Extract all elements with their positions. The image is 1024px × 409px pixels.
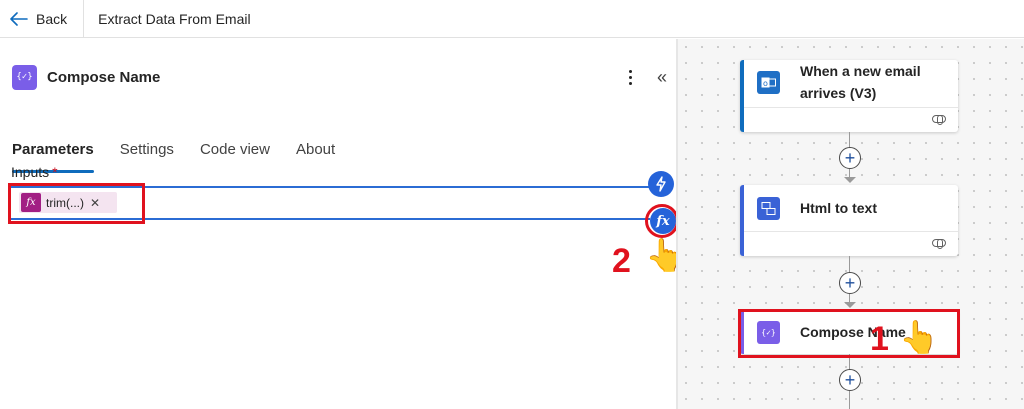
- connector-arrow-icon: [844, 177, 856, 183]
- outlook-icon: o: [757, 71, 780, 94]
- link-icon[interactable]: [932, 238, 946, 249]
- html-to-text-card[interactable]: Html to text: [740, 185, 958, 256]
- compose-icon: {✓}: [12, 64, 37, 90]
- back-arrow-icon: [10, 11, 28, 26]
- step-2-label: 2: [612, 242, 631, 280]
- html-to-text-icon: [757, 197, 780, 220]
- add-step-button[interactable]: +: [839, 369, 861, 391]
- panel-header: {✓} Compose Name «: [12, 63, 667, 91]
- tab-about[interactable]: About: [296, 137, 335, 173]
- required-mark: *: [52, 164, 58, 180]
- panel-title[interactable]: Compose Name: [47, 69, 160, 86]
- add-step-button[interactable]: +: [839, 272, 861, 294]
- highlight-fx-circle: [645, 204, 679, 238]
- inputs-label-text: Inputs: [11, 164, 50, 180]
- trigger-card[interactable]: o When a new email arrives (V3): [740, 60, 958, 132]
- pointing-hand-icon: 👆: [899, 319, 939, 355]
- flow-title: Extract Data From Email: [98, 10, 251, 27]
- card-separator: [744, 231, 958, 232]
- dynamic-content-button[interactable]: [648, 171, 674, 197]
- top-bar: Back Extract Data From Email: [0, 0, 1024, 38]
- trigger-title: When a new email arrives (V3): [800, 63, 921, 101]
- add-step-button[interactable]: +: [839, 147, 861, 169]
- connector-line: [849, 391, 850, 409]
- collapse-panel-icon[interactable]: «: [657, 68, 667, 86]
- tab-code-view[interactable]: Code view: [200, 137, 270, 173]
- link-icon[interactable]: [932, 114, 946, 125]
- back-button[interactable]: Back: [0, 0, 85, 38]
- inputs-label: Inputs *: [11, 164, 58, 180]
- html-to-text-title: Html to text: [800, 200, 877, 216]
- panel-tabs: Parameters Settings Code view About: [12, 137, 335, 173]
- step-1-label: 1: [870, 320, 889, 358]
- lightning-icon: [656, 176, 666, 192]
- header-tools: «: [621, 65, 667, 89]
- flow-editor: Back Extract Data From Email {✓} Compose…: [0, 0, 1024, 409]
- card-separator: [744, 107, 958, 108]
- tab-settings[interactable]: Settings: [120, 137, 174, 173]
- back-label: Back: [36, 10, 68, 27]
- highlight-token-box: [8, 183, 145, 224]
- more-options-icon[interactable]: [621, 65, 641, 89]
- connector-arrow-icon: [844, 302, 856, 308]
- action-config-panel: {✓} Compose Name « Parameters Settings C…: [0, 39, 676, 409]
- svg-text:o: o: [763, 79, 768, 88]
